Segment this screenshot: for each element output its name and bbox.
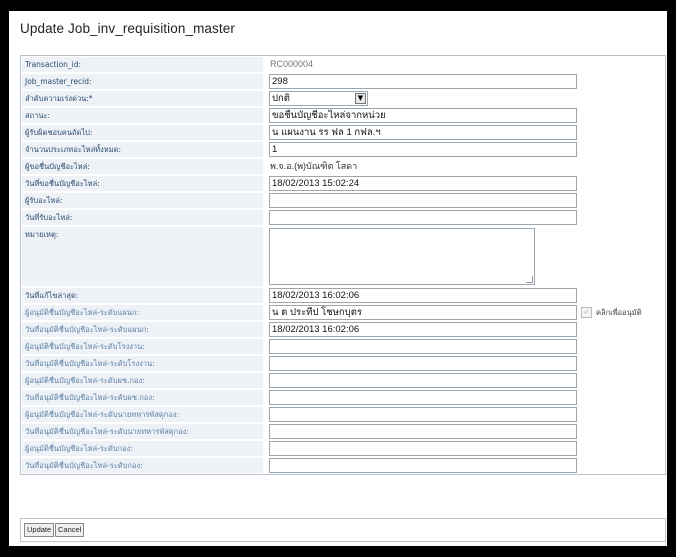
asst-div-approver-input[interactable]: [269, 373, 577, 388]
label-request-date: วันที่ขอชื่นบัญชีอะไหล่:: [22, 176, 263, 191]
cancel-button[interactable]: Cancel: [55, 523, 85, 537]
factory-approve-date-input[interactable]: [269, 356, 577, 371]
receive-date-input[interactable]: [269, 210, 577, 225]
resize-grip-icon[interactable]: [526, 276, 533, 283]
label-receive-date: วันที่รับอะไหล่:: [22, 210, 263, 225]
row-transaction-id: Transaction_id: RC000004: [21, 56, 665, 73]
label-factory-approver: ผู้อนุมัติชื่นบัญชีอะไหล่-ระดับโรงงาน:: [22, 339, 263, 354]
label-status: สถานะ:: [22, 108, 263, 123]
label-supply-officer-approve-date: วันที่อนุมัติชื่นบัญชีอะไหล่-ระดับนายทหา…: [22, 424, 263, 439]
approve-checkbox[interactable]: ✓: [581, 307, 592, 318]
label-asst-div-approve-date: วันที่อนุมัติชื่นบัญชีอะไหล่-ระดับผช.กอง…: [22, 390, 263, 405]
label-div-approver: ผู้อนุมัติชื่นบัญชีอะไหล่-ระดับกอง:: [22, 441, 263, 456]
asst-div-approve-date-input[interactable]: [269, 390, 577, 405]
dept-approver-input[interactable]: น ต ประทีป โชษกบุตร: [269, 305, 577, 320]
row-receive-date: วันที่รับอะไหล่:: [21, 209, 665, 226]
job-master-recid-input[interactable]: 298: [269, 74, 577, 89]
row-remarks: หมายเหตุ:: [21, 226, 665, 287]
row-asst-div-approver: ผู้อนุมัติชื่นบัญชีอะไหล่-ระดับผช.กอง:: [21, 372, 665, 389]
supply-officer-approver-input[interactable]: [269, 407, 577, 422]
requester-value: พ.จ.อ.(พ)บัณฑิต โสดา: [270, 161, 358, 171]
row-div-approve-date: วันที่อนุมัติชื่นบัญชีอะไหล่-ระดับกอง:: [21, 457, 665, 474]
label-supply-officer-approver: ผู้อนุมัติชื่นบัญชีอะไหล่-ระดับนายทหารพั…: [22, 407, 263, 422]
label-factory-approve-date: วันที่อนุมัติชื่นบัญชีอะไหล่-ระดับโรงงาน…: [22, 356, 263, 371]
row-last-modified: วันที่แก้ไขล่าสุด: 18/02/2013 16:02:06: [21, 287, 665, 304]
row-priority: ลำดับความเร่งด่วน:* ปกติ ▼: [21, 90, 665, 107]
row-dept-approve-date: วันที่อนุมัติชื่นบัญชีอะไหล่-ระดับแผนก: …: [21, 321, 665, 338]
approve-checkbox-label: คลิกเพื่ออนุมัติ: [596, 308, 642, 317]
label-dept-approve-date: วันที่อนุมัติชื่นบัญชีอะไหล่-ระดับแผนก:: [22, 322, 263, 337]
part-type-count-input[interactable]: 1: [269, 142, 577, 157]
label-dept-approver: ผู้อนุมัติชื่นบัญชีอะไหล่-ระดับแผนก:: [22, 305, 263, 320]
row-factory-approve-date: วันที่อนุมัติชื่นบัญชีอะไหล่-ระดับโรงงาน…: [21, 355, 665, 372]
factory-approver-input[interactable]: [269, 339, 577, 354]
transaction-id-value: RC000004: [270, 59, 314, 69]
row-div-approver: ผู้อนุมัติชื่นบัญชีอะไหล่-ระดับกอง:: [21, 440, 665, 457]
remarks-textarea[interactable]: [269, 228, 535, 285]
update-form: Transaction_id: RC000004 Job_master_reci…: [20, 55, 666, 475]
last-modified-input[interactable]: 18/02/2013 16:02:06: [269, 288, 577, 303]
row-supply-officer-approver: ผู้อนุมัติชื่นบัญชีอะไหล่-ระดับนายทหารพั…: [21, 406, 665, 423]
row-asst-div-approve-date: วันที่อนุมัติชื่นบัญชีอะไหล่-ระดับผช.กอง…: [21, 389, 665, 406]
row-job-master-recid: Job_master_recid: 298: [21, 73, 665, 90]
row-next-responsible: ผู้รับผิดชอบคนถัดไป: น แผนงาน รร ฟล 1 กฟ…: [21, 124, 665, 141]
label-part-type-count: จำนวนประเภทอะไหล่ทั้งหมด:: [22, 142, 263, 157]
row-request-date: วันที่ขอชื่นบัญชีอะไหล่: 18/02/2013 15:0…: [21, 175, 665, 192]
priority-select[interactable]: ปกติ ▼: [269, 91, 368, 106]
div-approver-input[interactable]: [269, 441, 577, 456]
label-last-modified: วันที่แก้ไขล่าสุด:: [22, 288, 263, 303]
dept-approve-date-input[interactable]: 18/02/2013 16:02:06: [269, 322, 577, 337]
div-approve-date-input[interactable]: [269, 458, 577, 473]
label-transaction-id: Transaction_id:: [22, 57, 263, 72]
label-asst-div-approver: ผู้อนุมัติชื่นบัญชีอะไหล่-ระดับผช.กอง:: [22, 373, 263, 388]
priority-selected-value: ปกติ: [272, 93, 290, 104]
chevron-down-icon[interactable]: ▼: [355, 93, 366, 104]
row-receiver: ผู้รับอะไหล่:: [21, 192, 665, 209]
supply-officer-approve-date-input[interactable]: [269, 424, 577, 439]
label-remarks: หมายเหตุ:: [22, 227, 263, 286]
label-next-responsible: ผู้รับผิดชอบคนถัดไป:: [22, 125, 263, 140]
status-input[interactable]: ขอชื่นบัญชีอะไหล่จากหน่วย: [269, 108, 577, 123]
receiver-input[interactable]: [269, 193, 577, 208]
label-div-approve-date: วันที่อนุมัติชื่นบัญชีอะไหล่-ระดับกอง:: [22, 458, 263, 473]
row-requester: ผู้ขอชื่นบัญชีอะไหล่: พ.จ.อ.(พ)บัณฑิต โส…: [21, 158, 665, 175]
next-responsible-input[interactable]: น แผนงาน รร ฟล 1 กฟล.ฯ: [269, 125, 577, 140]
row-supply-officer-approve-date: วันที่อนุมัติชื่นบัญชีอะไหล่-ระดับนายทหา…: [21, 423, 665, 440]
row-dept-approver: ผู้อนุมัติชื่นบัญชีอะไหล่-ระดับแผนก: น ต…: [21, 304, 665, 321]
request-date-input[interactable]: 18/02/2013 15:02:24: [269, 176, 577, 191]
row-factory-approver: ผู้อนุมัติชื่นบัญชีอะไหล่-ระดับโรงงาน:: [21, 338, 665, 355]
label-requester: ผู้ขอชื่นบัญชีอะไหล่:: [22, 159, 263, 174]
update-window: Update Job_inv_requisition_master Transa…: [9, 11, 667, 546]
row-part-type-count: จำนวนประเภทอะไหล่ทั้งหมด: 1: [21, 141, 665, 158]
row-status: สถานะ: ขอชื่นบัญชีอะไหล่จากหน่วย: [21, 107, 665, 124]
page-title: Update Job_inv_requisition_master: [20, 21, 235, 36]
label-priority: ลำดับความเร่งด่วน:*: [22, 91, 263, 106]
form-footer: Update Cancel: [20, 518, 666, 542]
label-job-master-recid: Job_master_recid:: [22, 74, 263, 89]
label-receiver: ผู้รับอะไหล่:: [22, 193, 263, 208]
update-button[interactable]: Update: [24, 523, 55, 537]
